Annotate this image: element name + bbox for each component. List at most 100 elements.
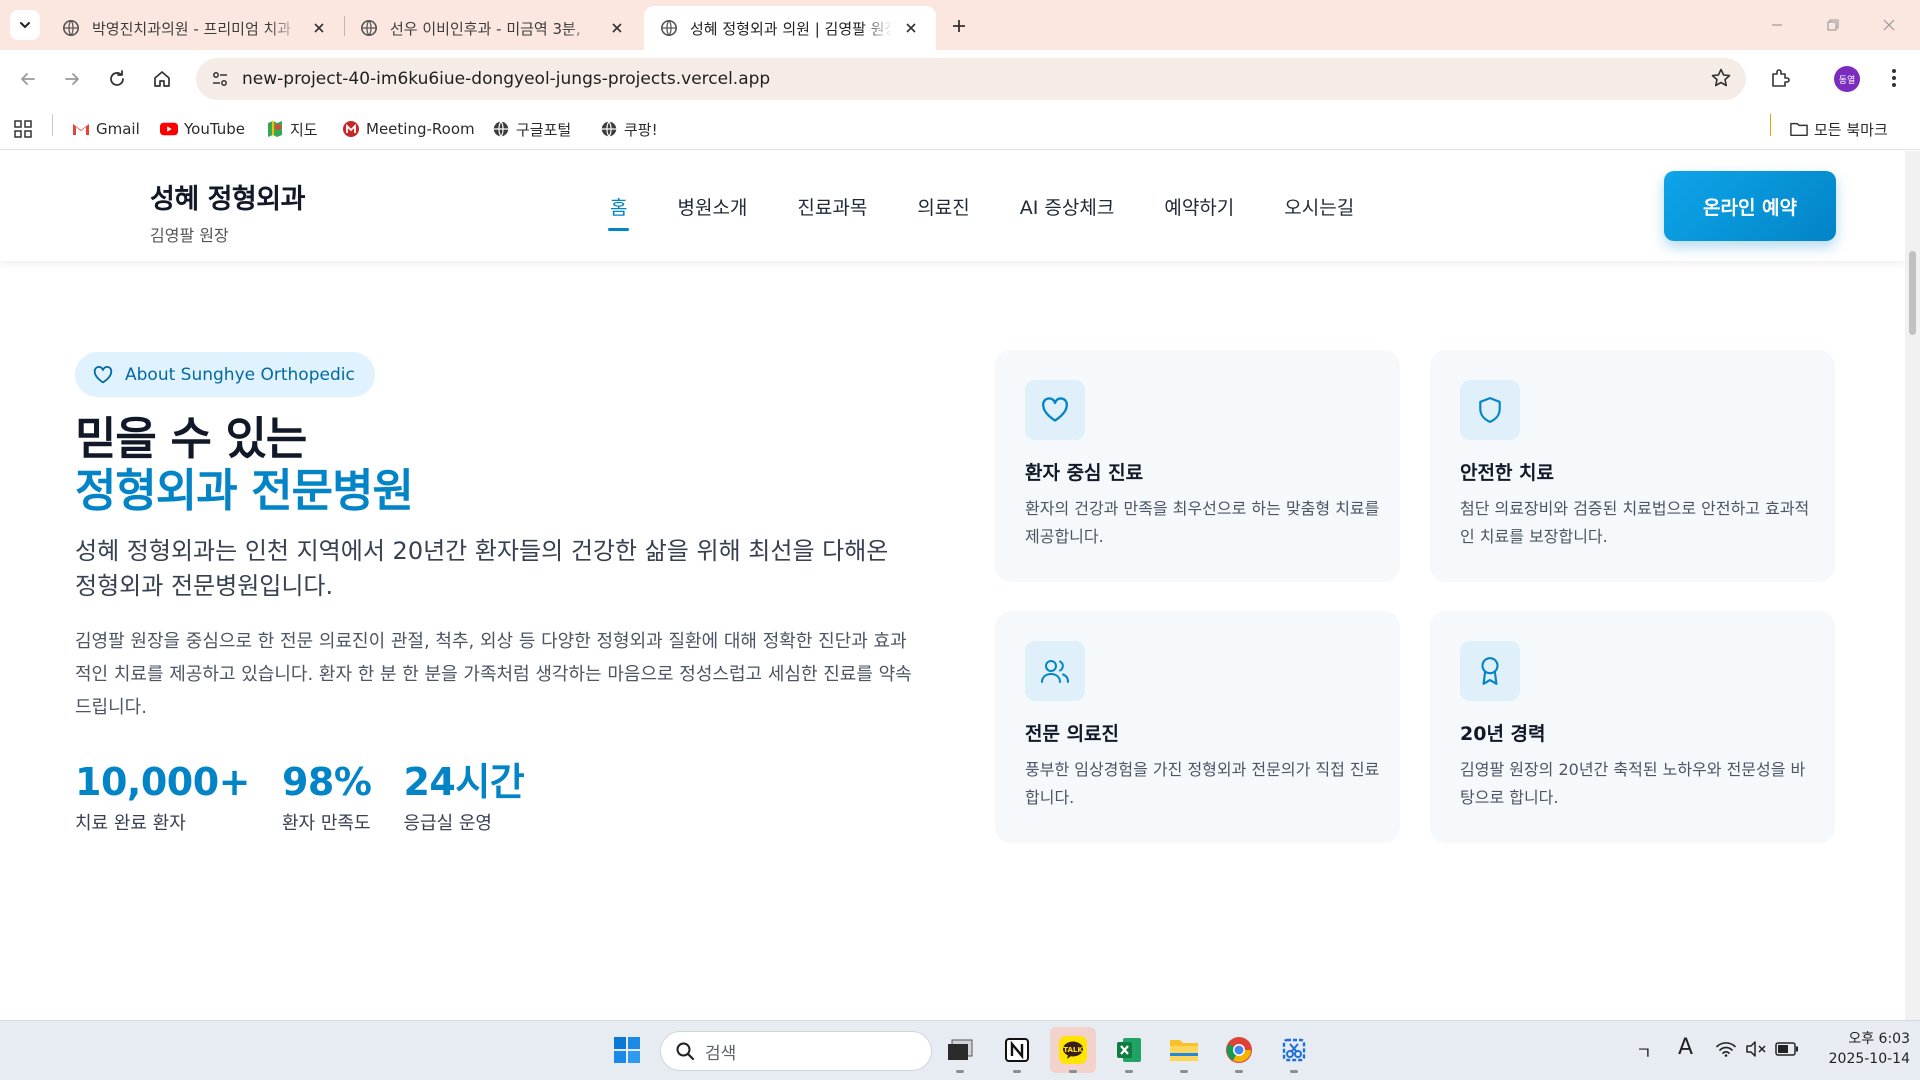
stat-label: 응급실 운영 — [403, 813, 492, 834]
taskbar-task-view[interactable] — [937, 1027, 983, 1073]
card-text: 환자의 건강과 만족을 최우선으로 하는 맞춤형 치료를 제공합니다. — [1025, 499, 1380, 546]
taskbar-excel[interactable] — [1106, 1027, 1152, 1073]
page-title: 믿을 수 있는 정형외과 전문병원 — [75, 412, 414, 517]
tab-1[interactable]: 선우 이비인후과 - 미금역 3분, — [344, 6, 642, 50]
apps-button[interactable] — [14, 108, 32, 150]
nav-about[interactable]: 병원소개 — [677, 193, 747, 233]
more-vertical-icon — [1892, 69, 1896, 87]
lead-paragraph: 성혜 정형외과는 인천 지역에서 20년간 환자들의 건강한 삶을 위해 최선을… — [75, 537, 889, 600]
ime-indicator[interactable]: ㄱ — [1636, 1039, 1652, 1064]
taskbar-search[interactable]: 검색 — [660, 1031, 932, 1071]
nav-reservation[interactable]: 예약하기 — [1164, 193, 1234, 233]
close-window-button[interactable] — [1866, 10, 1912, 40]
bookmark-label: YouTube — [184, 120, 245, 138]
extensions-button[interactable] — [1764, 62, 1796, 94]
apps-grid-icon — [14, 120, 32, 138]
arrow-left-icon — [21, 73, 35, 85]
bookmark-coupang[interactable]: 쿠팡! — [600, 108, 658, 150]
puzzle-icon — [1772, 69, 1790, 87]
bookmark-youtube[interactable]: YouTube — [160, 108, 245, 150]
running-indicator — [1180, 1070, 1188, 1073]
globe-icon — [492, 120, 510, 138]
snipping-tool-icon — [1282, 1038, 1306, 1062]
nav-ai-symptom-check[interactable]: AI 증상체크 — [1020, 193, 1115, 233]
bookmark-label: Gmail — [96, 120, 140, 138]
description-paragraph: 김영팔 원장을 중심으로 한 전문 의료진이 관절, 척추, 외상 등 다양한 … — [75, 631, 912, 718]
taskbar-file-explorer[interactable] — [1161, 1027, 1207, 1073]
page-scrollbar[interactable] — [1905, 151, 1920, 1020]
feature-card-expert-doctors: 전문 의료진 풍부한 임상경험을 가진 정형외과 전문의가 직접 진료합니다. — [995, 611, 1400, 843]
taskbar-snipping-tool[interactable] — [1271, 1027, 1317, 1073]
title-line-1: 믿을 수 있는 — [75, 412, 307, 465]
card-title: 환자 중심 진료 — [1025, 462, 1144, 484]
restore-icon — [1827, 19, 1839, 31]
taskbar-notion[interactable] — [994, 1027, 1040, 1073]
kakaotalk-icon: TALK — [1059, 1036, 1087, 1064]
nav-doctors[interactable]: 의료진 — [917, 193, 969, 233]
main-nav: 홈 병원소개 진료과목 의료진 AI 증상체크 예약하기 오시는길 — [607, 193, 1404, 233]
new-tab-button[interactable] — [945, 12, 973, 40]
url-text[interactable]: new-project-40-im6ku6iue-dongyeol-jungs-… — [242, 58, 770, 100]
restore-button[interactable] — [1810, 10, 1856, 40]
bookmark-star-icon[interactable] — [1710, 67, 1732, 89]
tab-0[interactable]: 박영진치과의원 - 프리미엄 치과 — [46, 6, 344, 50]
brand-name: 성혜 정형외과 — [150, 184, 305, 215]
arrow-right-icon — [65, 73, 79, 85]
online-reservation-button[interactable]: 온라인 예약 — [1664, 171, 1836, 241]
close-icon[interactable] — [606, 17, 628, 39]
close-icon — [1883, 19, 1895, 31]
reload-button[interactable] — [101, 63, 133, 95]
all-bookmarks-button[interactable]: 모든 북마크 — [1790, 108, 1888, 150]
taskbar-kakaotalk[interactable]: TALK — [1050, 1027, 1096, 1073]
ime-mode-indicator[interactable]: A — [1678, 1035, 1693, 1060]
heart-icon — [93, 365, 113, 383]
brand-subtitle: 김영팔 원장 — [150, 226, 229, 245]
bookmark-meeting-room[interactable]: Meeting-Room — [342, 108, 475, 150]
shield-icon — [1460, 380, 1520, 440]
running-indicator — [1069, 1070, 1077, 1073]
bookmark-google-portal[interactable]: 구글포털 — [492, 108, 571, 150]
close-icon[interactable] — [308, 17, 330, 39]
notion-icon — [1005, 1038, 1029, 1062]
running-indicator — [1235, 1070, 1243, 1073]
minimize-button[interactable] — [1754, 10, 1800, 40]
home-button[interactable] — [146, 63, 178, 95]
chrome-icon — [1226, 1037, 1252, 1063]
system-clock[interactable]: 오후 6:03 2025-10-14 — [1810, 1029, 1910, 1069]
nav-directions[interactable]: 오시는길 — [1284, 193, 1354, 233]
battery-icon[interactable] — [1775, 1042, 1799, 1056]
running-indicator — [1013, 1070, 1021, 1073]
feature-card-safe-treatment: 안전한 치료 첨단 의료장비와 검증된 치료법으로 안전하고 효과적인 치료를 … — [1430, 350, 1835, 582]
wifi-icon[interactable] — [1716, 1041, 1736, 1057]
task-view-icon — [948, 1039, 973, 1060]
heart-icon — [1025, 380, 1085, 440]
card-text: 풍부한 임상경험을 가진 정형외과 전문의가 직접 진료합니다. — [1025, 760, 1380, 807]
bookmark-divider — [1770, 114, 1771, 136]
address-bar[interactable]: new-project-40-im6ku6iue-dongyeol-jungs-… — [196, 58, 1746, 100]
scrollbar-thumb[interactable] — [1909, 251, 1916, 335]
bookmark-label: 쿠팡! — [624, 120, 658, 139]
meeting-room-icon — [342, 120, 360, 138]
stat-label: 환자 만족도 — [281, 813, 371, 834]
site-logo[interactable]: 성혜 정형외과 김영팔 원장 — [150, 177, 305, 246]
nav-home[interactable]: 홈 — [607, 193, 631, 233]
youtube-icon — [160, 120, 178, 138]
tab-search-button[interactable] — [10, 10, 40, 40]
globe-icon — [360, 19, 378, 37]
bookmark-divider — [52, 114, 53, 136]
card-text: 김영팔 원장의 20년간 축적된 노하우와 전문성을 바탕으로 합니다. — [1460, 760, 1806, 807]
bookmark-gmail[interactable]: Gmail — [72, 108, 140, 150]
browser-menu-button[interactable] — [1878, 62, 1910, 94]
close-icon[interactable] — [900, 17, 922, 39]
tab-2-active[interactable]: 성혜 정형외과 의원 | 김영팔 원장 — [644, 6, 936, 50]
forward-button[interactable] — [56, 63, 88, 95]
site-info-button[interactable] — [204, 63, 236, 95]
back-button[interactable] — [12, 63, 44, 95]
nav-departments[interactable]: 진료과목 — [797, 193, 867, 233]
bookmark-maps[interactable]: 지도 — [266, 108, 318, 150]
profile-avatar[interactable]: 동열 — [1834, 66, 1860, 92]
volume-muted-icon[interactable] — [1745, 1041, 1767, 1057]
award-icon — [1460, 641, 1520, 701]
taskbar-chrome[interactable] — [1216, 1027, 1262, 1073]
start-button[interactable] — [604, 1027, 650, 1073]
